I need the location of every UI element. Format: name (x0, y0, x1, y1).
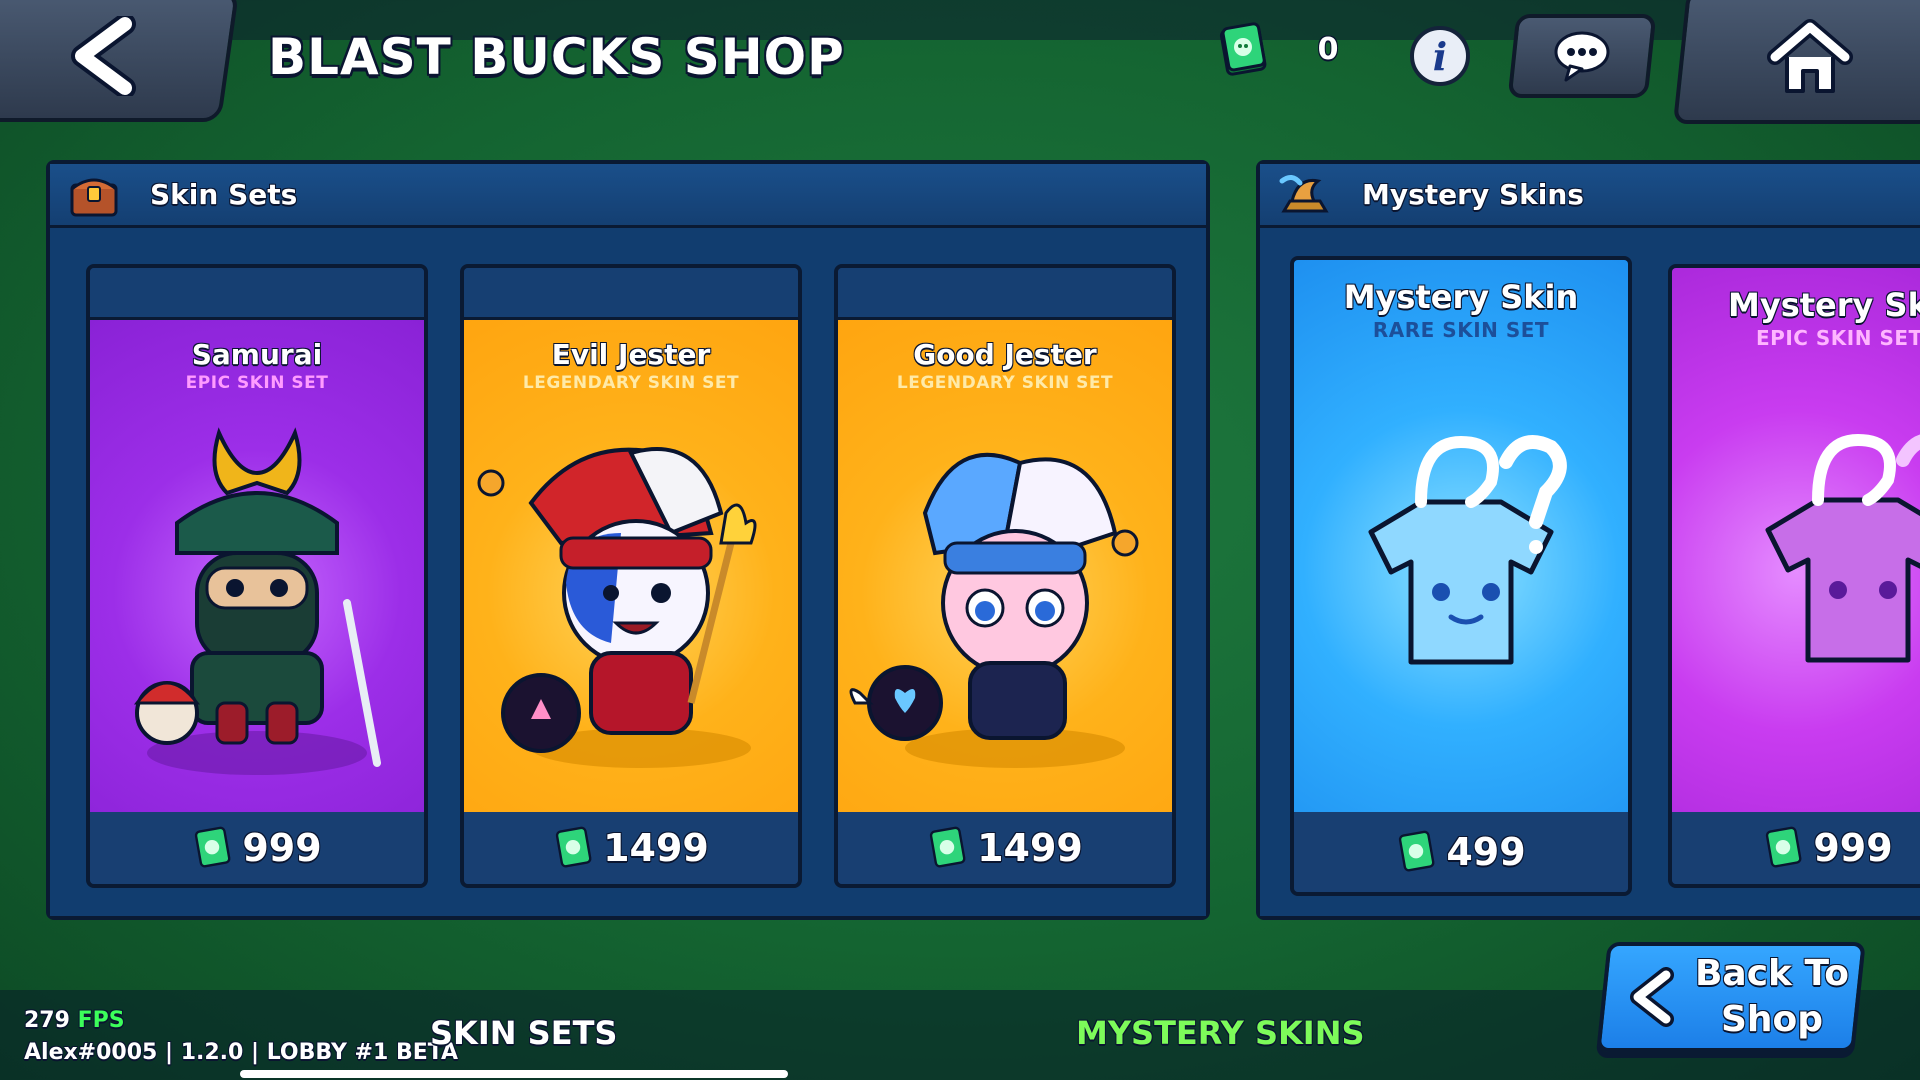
skin-price: 1499 (977, 826, 1083, 870)
mystery-card-epic[interactable]: Mystery Ski EPIC SKIN SET 999 (1668, 264, 1920, 888)
mystery-skin-name: Mystery Ski (1728, 286, 1920, 324)
chat-bubble-icon (1554, 31, 1610, 82)
arrow-left-icon (70, 16, 136, 96)
card-price-footer: 1499 (464, 812, 798, 884)
back-to-shop-label: Back To Shop (1694, 953, 1850, 1040)
home-button[interactable] (1672, 0, 1920, 124)
skin-name: Good Jester (913, 338, 1097, 371)
blast-bucks-icon (555, 826, 592, 868)
card-top-bar (464, 268, 798, 320)
card-top-bar (838, 268, 1172, 320)
mystery-shirt-icon (1765, 433, 1920, 663)
card-art: Evil Jester LEGENDARY SKIN SET (464, 320, 798, 816)
blast-bucks-icon (1766, 826, 1802, 868)
active-tab-indicator (240, 1070, 788, 1078)
mystery-skin-price: 499 (1446, 830, 1526, 874)
fps-counter: 279 FPS (24, 1008, 125, 1033)
skin-card-good-jester[interactable]: Good Jester LEGENDARY SKIN SET 1499 (834, 264, 1176, 888)
mystery-skin-name: Mystery Skin (1343, 278, 1579, 316)
build-info: Alex#0005 | 1.2.0 | LOBBY #1 BETA (24, 1040, 459, 1065)
tab-skin-sets[interactable]: SKIN SETS (430, 1014, 617, 1052)
skin-name: Samurai (191, 338, 323, 371)
skin-rarity: LEGENDARY SKIN SET (522, 373, 740, 393)
arrow-left-icon (1630, 967, 1674, 1027)
blast-bucks-icon (195, 826, 231, 868)
evil-jester-character-icon (477, 447, 757, 768)
skin-sets-title: Skin Sets (150, 178, 298, 211)
currency-value: 0 (1317, 31, 1339, 67)
mystery-skin-rarity: RARE SKIN SET (1372, 318, 1550, 342)
card-price-footer: 999 (90, 812, 424, 884)
mystery-skin-price: 999 (1813, 826, 1893, 870)
blast-bucks-icon (1399, 830, 1435, 872)
fps-label: FPS (77, 1008, 125, 1033)
currency-display: 0 (1218, 22, 1348, 76)
mystery-card-rare[interactable]: Mystery Skin RARE SKIN SET 499 (1290, 256, 1632, 896)
card-art: Mystery Skin RARE SKIN SET (1294, 260, 1628, 820)
skin-name: Evil Jester (551, 338, 711, 371)
wizard-hat-icon (1279, 174, 1329, 212)
skin-rarity: LEGENDARY SKIN SET (896, 373, 1114, 393)
tab-mystery-skins[interactable]: MYSTERY SKINS (1076, 1014, 1365, 1052)
skin-card-evil-jester[interactable]: Evil Jester LEGENDARY SKIN SET 1499 (460, 264, 802, 888)
card-art: Mystery Ski EPIC SKIN SET (1672, 268, 1920, 820)
card-price-footer: 999 (1672, 812, 1920, 884)
blast-bucks-icon (1219, 22, 1267, 76)
skin-sets-panel: Skin Sets Samurai EPIC SKIN SET 999 Evil… (46, 160, 1210, 920)
mystery-skins-panel: Mystery Skins Mystery Skin RARE SKIN SET… (1256, 160, 1920, 920)
mystery-skins-header: Mystery Skins (1260, 164, 1920, 228)
chat-button[interactable] (1507, 14, 1657, 98)
skin-rarity: EPIC SKIN SET (185, 373, 329, 393)
skin-sets-header: Skin Sets (50, 164, 1206, 228)
page-title: BLAST BUCKS SHOP (268, 28, 845, 86)
back-to-shop-button[interactable]: Back To Shop (1596, 942, 1866, 1052)
mystery-skin-rarity: EPIC SKIN SET (1756, 326, 1920, 350)
card-price-footer: 1499 (838, 812, 1172, 884)
samurai-character-icon (133, 427, 381, 775)
card-art: Samurai EPIC SKIN SET (90, 320, 424, 816)
fps-value: 279 (24, 1008, 70, 1033)
info-icon: i (1432, 33, 1448, 79)
skin-price: 1499 (603, 826, 709, 870)
mystery-skins-title: Mystery Skins (1362, 178, 1584, 211)
home-icon (1767, 19, 1853, 93)
info-button[interactable]: i (1410, 26, 1470, 86)
blast-bucks-icon (929, 826, 966, 868)
mystery-shirt-icon (1368, 435, 1567, 665)
skin-price: 999 (242, 826, 322, 870)
card-top-bar (90, 268, 424, 320)
back-button[interactable] (0, 0, 240, 122)
card-art: Good Jester LEGENDARY SKIN SET (838, 320, 1172, 816)
skin-card-samurai[interactable]: Samurai EPIC SKIN SET 999 (86, 264, 428, 888)
treasure-chest-icon (70, 178, 118, 216)
card-price-footer: 499 (1294, 812, 1628, 892)
good-jester-character-icon (849, 452, 1139, 768)
